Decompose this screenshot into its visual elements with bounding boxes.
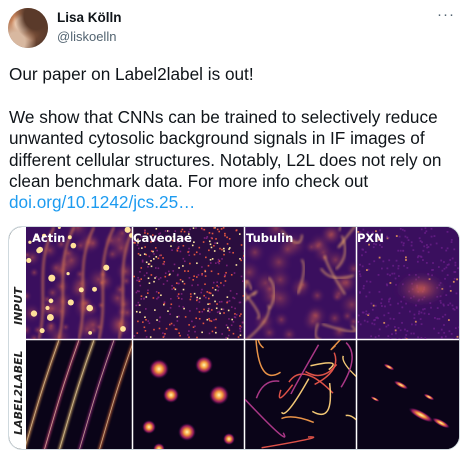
doi-link[interactable]: doi.org/10.1242/jcs.25…: [9, 192, 195, 212]
tweet-text: Our paper on Label2label is out! We show…: [9, 64, 459, 214]
tweet-image[interactable]: INPUT LABEL2LABEL Actin Caveolae Tubulin…: [8, 226, 460, 450]
avatar-photo: [8, 8, 48, 48]
row-label-label2label: LABEL2LABEL: [12, 350, 25, 435]
col-label-caveolae: Caveolae: [133, 231, 192, 245]
col-label-tubulin: Tubulin: [246, 231, 293, 245]
more-options-icon[interactable]: ···: [434, 7, 458, 24]
tweet-line-2: We show that CNNs can be trained to sele…: [9, 107, 459, 214]
col-label-actin: Actin: [32, 231, 65, 245]
microscopy-figure: INPUT LABEL2LABEL Actin Caveolae Tubulin…: [9, 227, 459, 449]
tweet-line-1: Our paper on Label2label is out!: [9, 64, 254, 84]
tweet-body: We show that CNNs can be trained to sele…: [9, 106, 442, 192]
panel-tubulin-output: [245, 340, 356, 449]
author-name[interactable]: Lisa Kölln: [57, 10, 122, 25]
row-label-input: INPUT: [12, 286, 25, 325]
col-label-pxn: PXN: [357, 231, 384, 245]
tweet: Lisa Kölln @liskoelln ··· Our paper on L…: [0, 0, 468, 460]
avatar[interactable]: [8, 8, 48, 48]
panel-pxn-output: [357, 340, 459, 449]
author-handle[interactable]: @liskoelln: [57, 29, 116, 44]
